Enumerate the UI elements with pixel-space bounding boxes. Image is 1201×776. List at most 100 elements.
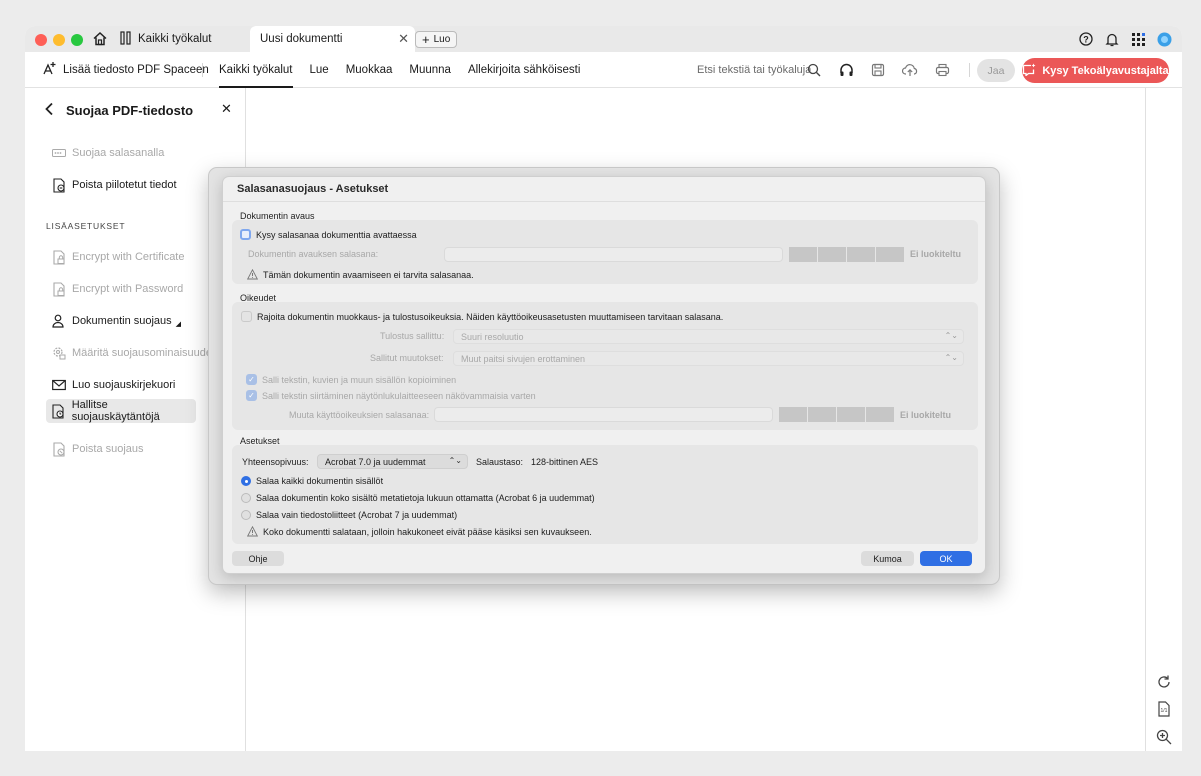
back-arrow-icon[interactable] [45, 102, 54, 119]
menu-all-tools[interactable]: Kaikki työkalut [219, 52, 293, 88]
cancel-button[interactable]: Kumoa [861, 551, 914, 566]
page-number-icon[interactable]: 1/1 [1156, 701, 1172, 717]
close-tab-icon[interactable]: ✕ [398, 31, 409, 47]
allow-copy-label: Salli tekstin, kuvien ja muun sisällön k… [262, 374, 457, 385]
dialog-title-divider [223, 201, 985, 202]
allow-copy-option[interactable]: ✓ Salli tekstin, kuvien ja muun sisällön… [246, 374, 456, 385]
save-icon[interactable] [869, 61, 887, 79]
ai-assistant-button[interactable]: Kysy Tekoälyavustajalta [1022, 58, 1169, 83]
printing-allowed-select[interactable]: Suuri resoluutio ⌃⌄ [453, 329, 964, 344]
plus-icon: + [422, 31, 430, 47]
ai-assistant-icon [1022, 63, 1036, 79]
password-security-dialog: Salasanasuojaus - Asetukset Dokumentin a… [222, 176, 986, 574]
title-bar-icons: ? [1078, 31, 1172, 47]
printing-allowed-value: Suuri resoluutio [461, 331, 524, 342]
svg-text:1/1: 1/1 [1161, 708, 1168, 714]
help-icon[interactable]: ? [1078, 31, 1094, 47]
home-icon[interactable] [91, 30, 109, 48]
help-button[interactable]: Ohje [232, 551, 284, 566]
close-panel-icon[interactable]: ✕ [221, 101, 232, 117]
manage-security-policies-item[interactable]: Hallitse suojauskäytäntöjä [46, 399, 196, 423]
toolbar-icons [805, 61, 951, 79]
menu-sign[interactable]: Allekirjoita sähköisesti [468, 52, 581, 88]
rotate-icon[interactable] [1156, 674, 1172, 690]
close-window-button[interactable] [35, 34, 47, 46]
remove-hidden-info-item[interactable]: Poista piilotetut tiedot [52, 177, 177, 193]
minimize-window-button[interactable] [53, 34, 65, 46]
protect-with-password-item[interactable]: Suojaa salasanalla [52, 146, 164, 160]
encryption-level-value: 128-bittinen AES [531, 457, 599, 467]
document-security-label: Dokumentin suojaus [72, 315, 172, 327]
permissions-password-field[interactable] [434, 407, 773, 422]
open-password-label: Dokumentin avauksen salasana: [248, 249, 379, 259]
search-field[interactable]: Etsi tekstiä tai työkaluja [697, 64, 811, 76]
changes-allowed-select[interactable]: Muut paitsi sivujen erottaminen ⌃⌄ [453, 351, 964, 366]
policy-icon [52, 403, 66, 419]
security-properties-item[interactable]: Määritä suojausominaisuudet [52, 346, 215, 360]
zoom-window-button[interactable] [71, 34, 83, 46]
permissions-password-strength-label: Ei luokiteltu [900, 410, 952, 420]
upload-cloud-icon[interactable] [901, 61, 919, 79]
restrict-permissions-option[interactable]: Rajoita dokumentin muokkaus- ja tulostus… [241, 311, 723, 322]
select-arrows-icon: ⌃⌄ [448, 456, 462, 465]
allow-screenreader-option[interactable]: ✓ Salli tekstin siirtäminen näytönlukula… [246, 390, 536, 401]
menu-convert[interactable]: Muunna [409, 52, 451, 88]
info-warning-icon [247, 269, 258, 280]
allow-screenreader-label: Salli tekstin siirtäminen näytönlukulait… [262, 390, 536, 401]
apps-grid-icon[interactable] [1130, 31, 1146, 47]
bell-icon[interactable] [1104, 31, 1120, 47]
encrypt-certificate-item[interactable]: Encrypt with Certificate [52, 249, 184, 265]
encrypt-all-label: Salaa kaikki dokumentin sisällöt [256, 476, 384, 486]
permissions-password-strength-meter [779, 407, 894, 422]
allow-screenreader-checkbox[interactable]: ✓ [246, 390, 257, 401]
open-password-strength-label: Ei luokiteltu [910, 249, 962, 259]
menu-read[interactable]: Lue [310, 52, 329, 88]
encrypt-attachments-radio[interactable] [241, 510, 251, 520]
encrypt-all-radio[interactable] [241, 476, 251, 486]
menu-edit[interactable]: Muokkaa [346, 52, 393, 88]
remove-security-item[interactable]: Poista suojaus [52, 441, 144, 457]
remove-hidden-icon [52, 177, 66, 193]
restrict-permissions-checkbox[interactable] [241, 311, 252, 322]
new-tab-button[interactable]: + Luo [415, 31, 458, 48]
add-to-pdf-space-button[interactable]: Lisää tiedosto PDF Spaceen [42, 61, 209, 79]
zoom-in-icon[interactable] [1156, 729, 1172, 745]
encryption-note-text: Koko dokumentti salataan, jolloin hakuko… [263, 526, 592, 537]
envelope-icon [52, 378, 66, 392]
main-menu: Kaikki työkalut Lue Muokkaa Muunna Allek… [219, 52, 580, 88]
encrypt-attachments-option[interactable]: Salaa vain tiedostoliitteet (Acrobat 7 j… [241, 510, 457, 520]
encrypt-password-item[interactable]: Encrypt with Password [52, 281, 184, 297]
profile-avatar[interactable] [1156, 31, 1172, 47]
security-envelope-item[interactable]: Luo suojauskirjekuori [52, 378, 175, 392]
remove-security-label: Poista suojaus [72, 443, 144, 455]
ai-assistant-label: Kysy Tekoälyavustajalta [1042, 64, 1169, 77]
search-icon[interactable] [805, 61, 823, 79]
compatibility-select[interactable]: Acrobat 7.0 ja uudemmat ⌃⌄ [317, 454, 468, 469]
document-security-item[interactable]: Dokumentin suojaus ◢ [52, 314, 181, 328]
tab-all-tools[interactable]: Kaikki työkalut [120, 26, 212, 52]
permissions-password-label: Muuta käyttöoikeuksien salasanaa: [289, 410, 430, 420]
encrypt-except-metadata-radio[interactable] [241, 493, 251, 503]
open-password-field[interactable] [444, 247, 783, 262]
print-icon[interactable] [933, 61, 951, 79]
select-arrows-icon: ⌃⌄ [944, 331, 958, 340]
remove-security-icon [52, 441, 66, 457]
right-rail: 1/1 [1145, 88, 1182, 751]
read-aloud-icon[interactable] [837, 61, 855, 79]
printing-allowed-label: Tulostus sallittu: [380, 331, 445, 341]
encrypt-password-label: Encrypt with Password [72, 283, 184, 295]
tab-document[interactable]: Uusi dokumentti ✕ [250, 26, 415, 52]
toolbar-divider-right [969, 63, 970, 77]
advanced-section-label: LISÄASETUKSET [46, 221, 126, 231]
dialog-title: Salasanasuojaus - Asetukset [237, 183, 389, 195]
ask-password-option[interactable]: Kysy salasanaa dokumenttia avattaessa [240, 229, 417, 240]
allow-copy-checkbox[interactable]: ✓ [246, 374, 257, 385]
encrypt-except-metadata-option[interactable]: Salaa dokumentin koko sisältö metatietoj… [241, 493, 595, 503]
open-password-note-text: Tämän dokumentin avaamiseen ei tarvita s… [263, 269, 474, 280]
share-button[interactable]: Jaa [977, 59, 1015, 82]
ok-button[interactable]: OK [920, 551, 972, 566]
password-field-icon [52, 146, 66, 160]
submenu-corner-icon: ◢ [175, 321, 182, 328]
ask-password-checkbox[interactable] [240, 229, 251, 240]
encrypt-all-option[interactable]: Salaa kaikki dokumentin sisällöt [241, 476, 383, 486]
